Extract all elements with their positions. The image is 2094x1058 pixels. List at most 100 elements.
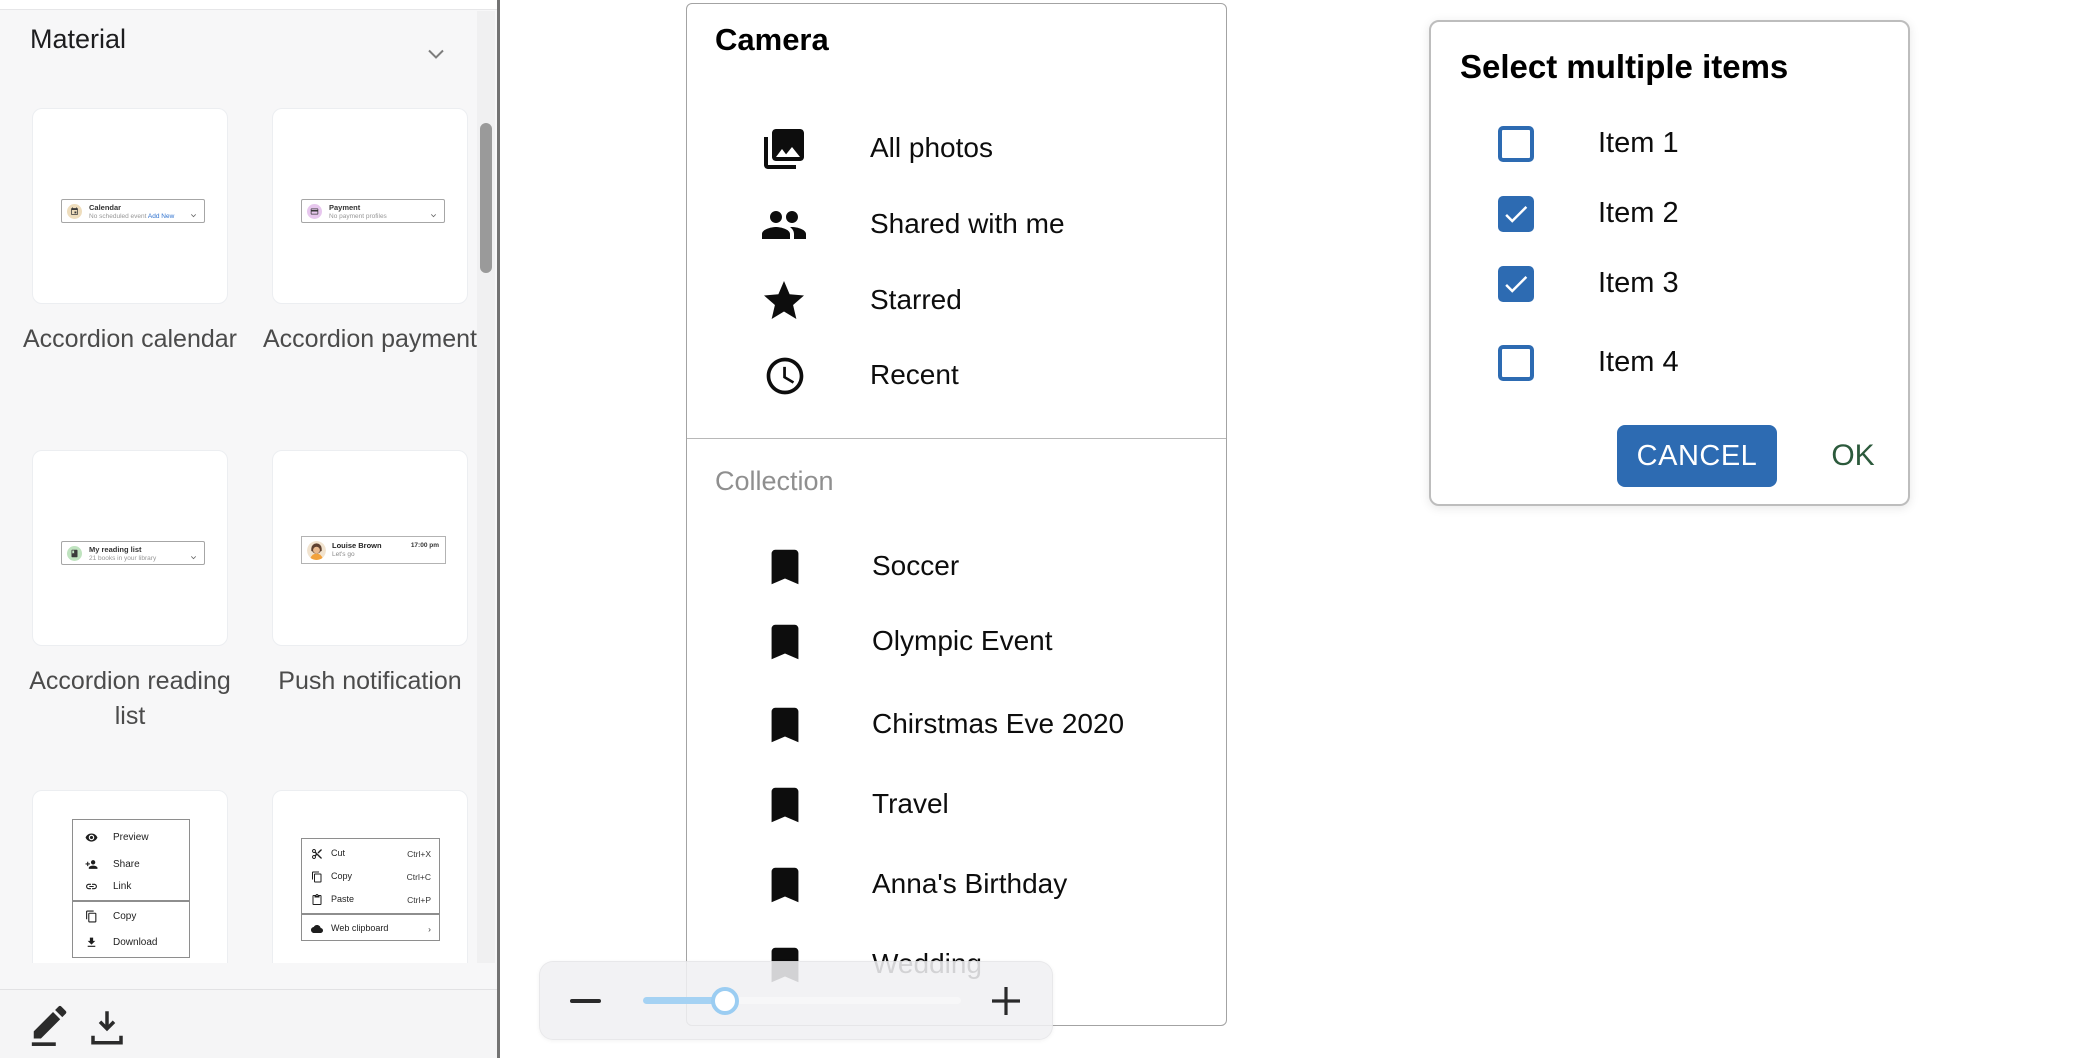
menu-item-recent[interactable]: Recent xyxy=(870,359,959,391)
book-icon xyxy=(67,546,82,561)
component-card-accordion-reading-list[interactable]: My reading list 21 books in your library xyxy=(32,450,228,646)
calendar-icon xyxy=(67,204,82,219)
context-menu-preview: Preview Share Link Copy Download xyxy=(72,819,190,958)
accordion-reading-list-preview: My reading list 21 books in your library xyxy=(61,541,205,565)
component-card-accordion-calendar[interactable]: Calendar No scheduled event Add New xyxy=(32,108,228,304)
collection-section-label: Collection xyxy=(715,466,834,497)
collection-item-christmas-eve[interactable]: Chirstmas Eve 2020 xyxy=(872,708,1124,740)
menu-item: Copy Ctrl+C xyxy=(302,870,439,884)
copy-icon xyxy=(311,870,323,888)
download-icon[interactable] xyxy=(86,1006,128,1048)
chevron-down-icon xyxy=(189,207,198,225)
context-menu-preview: Cut Ctrl+X Copy Ctrl+C Paste Ctrl+P Web … xyxy=(301,838,440,941)
collection-item-olympic-event[interactable]: Olympic Event xyxy=(872,625,1053,657)
accordion-calendar-preview: Calendar No scheduled event Add New xyxy=(61,199,205,223)
collection-item-travel[interactable]: Travel xyxy=(872,788,949,820)
menu-item-starred[interactable]: Starred xyxy=(870,284,962,316)
menu-item: Paste Ctrl+P xyxy=(302,893,439,907)
shortcut-label: Ctrl+X xyxy=(407,849,431,859)
camera-menu-panel: Camera All photos Shared with me Starred… xyxy=(686,3,1227,1026)
menu-divider xyxy=(73,900,189,902)
avatar xyxy=(307,541,326,560)
checkbox-label: Item 2 xyxy=(1598,197,1679,230)
app-window: Material Calendar No scheduled event Add… xyxy=(0,0,2094,1058)
collection-item-annas-birthday[interactable]: Anna's Birthday xyxy=(872,868,1067,900)
checkbox-item-3[interactable] xyxy=(1498,266,1534,302)
bookmark-icon xyxy=(762,619,808,665)
eye-icon xyxy=(85,831,98,849)
menu-item: Copy xyxy=(73,910,189,924)
notification-sender: Louise Brown xyxy=(332,541,382,550)
sidebar-top-strip xyxy=(0,0,497,10)
mini-accordion-title: Calendar xyxy=(89,203,121,212)
bookmark-icon xyxy=(762,702,808,748)
checkbox-item-4[interactable] xyxy=(1498,345,1534,381)
sidebar-canvas-divider xyxy=(497,0,500,1058)
person-add-icon xyxy=(85,858,98,876)
submenu-arrow: › xyxy=(428,924,431,934)
menu-item: Link xyxy=(73,880,189,894)
shortcut-label: Ctrl+P xyxy=(407,895,431,905)
sidebar-scrollbar-thumb[interactable] xyxy=(480,123,492,273)
paste-icon xyxy=(311,893,323,911)
clock-icon xyxy=(763,354,811,402)
checkbox-item-1[interactable] xyxy=(1498,126,1534,162)
cancel-button[interactable]: CANCEL xyxy=(1617,425,1777,487)
mini-accordion-subtitle: No scheduled event Add New xyxy=(89,213,174,220)
chevron-down-icon[interactable] xyxy=(422,40,450,68)
people-icon xyxy=(760,201,808,249)
checkbox-label: Item 4 xyxy=(1598,346,1679,379)
component-card-push-notification[interactable]: Louise Brown Let's go 17:00 pm xyxy=(272,450,468,646)
menu-item: Download xyxy=(73,936,189,950)
component-card-context-menu-share[interactable]: Preview Share Link Copy Download xyxy=(32,790,228,986)
star-icon xyxy=(760,277,808,325)
chevron-down-icon xyxy=(189,549,198,567)
checkbox-item-2[interactable] xyxy=(1498,196,1534,232)
download-icon xyxy=(85,936,98,954)
component-card-accordion-payment[interactable]: Payment No payment profiles xyxy=(272,108,468,304)
draw-icon[interactable] xyxy=(28,1004,74,1050)
component-card-context-menu-clipboard[interactable]: Cut Ctrl+X Copy Ctrl+C Paste Ctrl+P Web … xyxy=(272,790,468,986)
zoom-slider-thumb[interactable] xyxy=(711,987,739,1015)
zoom-out-button[interactable] xyxy=(570,999,601,1003)
zoom-control-bar xyxy=(539,961,1053,1040)
link-icon xyxy=(85,880,98,898)
card-caption: Accordion payment xyxy=(258,322,482,357)
shortcut-label: Ctrl+C xyxy=(407,872,431,882)
card-caption: Push notification xyxy=(258,664,482,699)
checkbox-label: Item 1 xyxy=(1598,127,1679,160)
panel-title: Camera xyxy=(715,22,829,58)
ok-button[interactable]: OK xyxy=(1810,425,1896,487)
menu-divider xyxy=(302,913,439,915)
zoom-in-button[interactable] xyxy=(990,985,1022,1017)
component-library-sidebar: Material Calendar No scheduled event Add… xyxy=(0,0,497,1058)
copy-icon xyxy=(85,910,98,928)
push-notification-preview: Louise Brown Let's go 17:00 pm xyxy=(301,536,446,564)
checkbox-label: Item 3 xyxy=(1598,267,1679,300)
menu-item: Share xyxy=(73,858,189,872)
select-multiple-items-dialog: Select multiple items Item 1 Item 2 Item… xyxy=(1429,20,1910,506)
bookmark-icon xyxy=(762,782,808,828)
sidebar-footer xyxy=(0,963,497,1058)
mini-accordion-subtitle: No payment profiles xyxy=(329,213,387,220)
chevron-down-icon xyxy=(429,207,438,225)
accordion-payment-preview: Payment No payment profiles xyxy=(301,199,445,223)
panel-divider xyxy=(687,438,1226,439)
mini-accordion-title: Payment xyxy=(329,203,360,212)
add-new-link: Add New xyxy=(148,213,174,220)
menu-item: Web clipboard › xyxy=(302,922,439,936)
mini-accordion-title: My reading list xyxy=(89,545,142,554)
scissors-icon xyxy=(311,847,323,865)
sidebar-toolbar xyxy=(0,989,497,1058)
dialog-title: Select multiple items xyxy=(1460,48,1788,86)
menu-item: Preview xyxy=(73,831,189,845)
cloud-icon xyxy=(311,922,323,940)
menu-item-all-photos[interactable]: All photos xyxy=(870,132,993,164)
menu-item: Cut Ctrl+X xyxy=(302,847,439,861)
notification-message: Let's go xyxy=(332,551,355,558)
card-caption: Accordion reading list xyxy=(18,664,242,734)
menu-item-shared-with-me[interactable]: Shared with me xyxy=(870,208,1065,240)
collection-item-soccer[interactable]: Soccer xyxy=(872,550,959,582)
payment-icon xyxy=(307,204,322,219)
bookmark-icon xyxy=(762,862,808,908)
